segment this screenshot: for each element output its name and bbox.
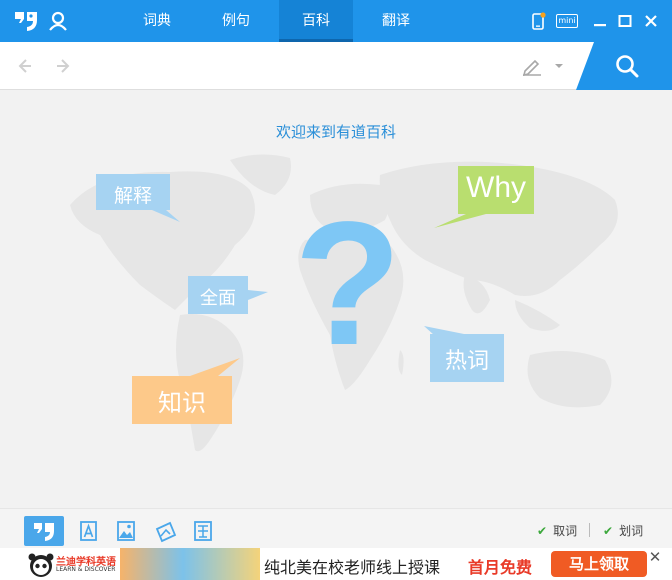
ad-children-photo — [120, 548, 260, 580]
divider — [589, 523, 590, 537]
mini-mode-button[interactable]: mini — [556, 14, 578, 28]
tab-translate[interactable]: 翻译 — [359, 0, 433, 42]
search-input[interactable] — [90, 52, 500, 80]
search-button[interactable] — [576, 42, 672, 90]
maximize-icon[interactable] — [616, 12, 634, 30]
question-mark-graphic: ? — [294, 186, 402, 382]
bubble-comprehensive-label: 全面 — [200, 288, 236, 309]
ad-banner[interactable]: 兰迪学科英语 LEARN & DISCOVER 纯北美在校老师线上授课 首月免费… — [0, 548, 672, 580]
bubble-why-label: Why — [466, 171, 526, 204]
chevron-down-icon[interactable] — [554, 62, 564, 70]
tab-dictionary[interactable]: 词典 — [120, 0, 194, 42]
title-bar: 词典 例句 百科 翻译 mini — [0, 0, 672, 42]
pick-word-toggle[interactable]: ✔ 取词 — [537, 522, 577, 539]
screenshot-tool-button[interactable] — [146, 516, 186, 546]
youdao-logo-icon — [34, 523, 54, 541]
checkmark-icon: ✔ — [603, 524, 614, 538]
bubble-explain-label: 解释 — [113, 185, 152, 207]
youdao-logo-icon[interactable] — [12, 8, 40, 34]
forward-arrow-icon[interactable] — [54, 56, 74, 76]
text-capture-icon — [80, 521, 97, 541]
tab-encyclopedia[interactable]: 百科 — [279, 0, 353, 42]
minimize-icon[interactable] — [591, 12, 609, 30]
image-tool-button[interactable] — [106, 516, 146, 546]
user-icon[interactable] — [48, 11, 68, 31]
close-icon[interactable] — [642, 12, 660, 30]
ad-text: 纯北美在校老师线上授课 — [264, 558, 441, 577]
welcome-heading: 欢迎来到有道百科 — [275, 123, 396, 141]
logo-tool-button[interactable] — [24, 516, 64, 546]
text-tool-button[interactable] — [68, 516, 108, 546]
panda-logo-icon — [28, 553, 54, 577]
translate-icon — [194, 521, 212, 541]
bubble-hot-words-label: 热词 — [444, 349, 489, 374]
back-arrow-icon[interactable] — [14, 56, 34, 76]
handwriting-pen-icon[interactable] — [521, 56, 543, 76]
image-translate-icon — [117, 521, 135, 541]
tab-examples[interactable]: 例句 — [199, 0, 273, 42]
search-bar — [0, 42, 672, 90]
translate-tool-button[interactable] — [183, 516, 223, 546]
bubble-knowledge-label: 知识 — [158, 389, 206, 417]
ad-highlight: 首月免费 — [468, 558, 533, 577]
pick-word-label: 取词 — [553, 524, 578, 538]
checkmark-icon: ✔ — [537, 524, 548, 538]
select-word-toggle[interactable]: ✔ 划词 — [603, 522, 643, 539]
ad-close-icon[interactable]: ✕ — [648, 550, 662, 565]
ad-brand-logo: 兰迪学科英语 LEARN & DISCOVER — [26, 552, 126, 578]
mobile-icon[interactable] — [529, 12, 547, 30]
ad-cta-button[interactable]: 马上领取 — [551, 551, 647, 577]
ad-brand-sub: LEARN & DISCOVER — [56, 566, 116, 573]
screenshot-translate-icon — [155, 521, 177, 543]
select-word-label: 划词 — [619, 524, 644, 538]
bottom-toolbar: ✔ 取词 ✔ 划词 — [0, 508, 672, 548]
